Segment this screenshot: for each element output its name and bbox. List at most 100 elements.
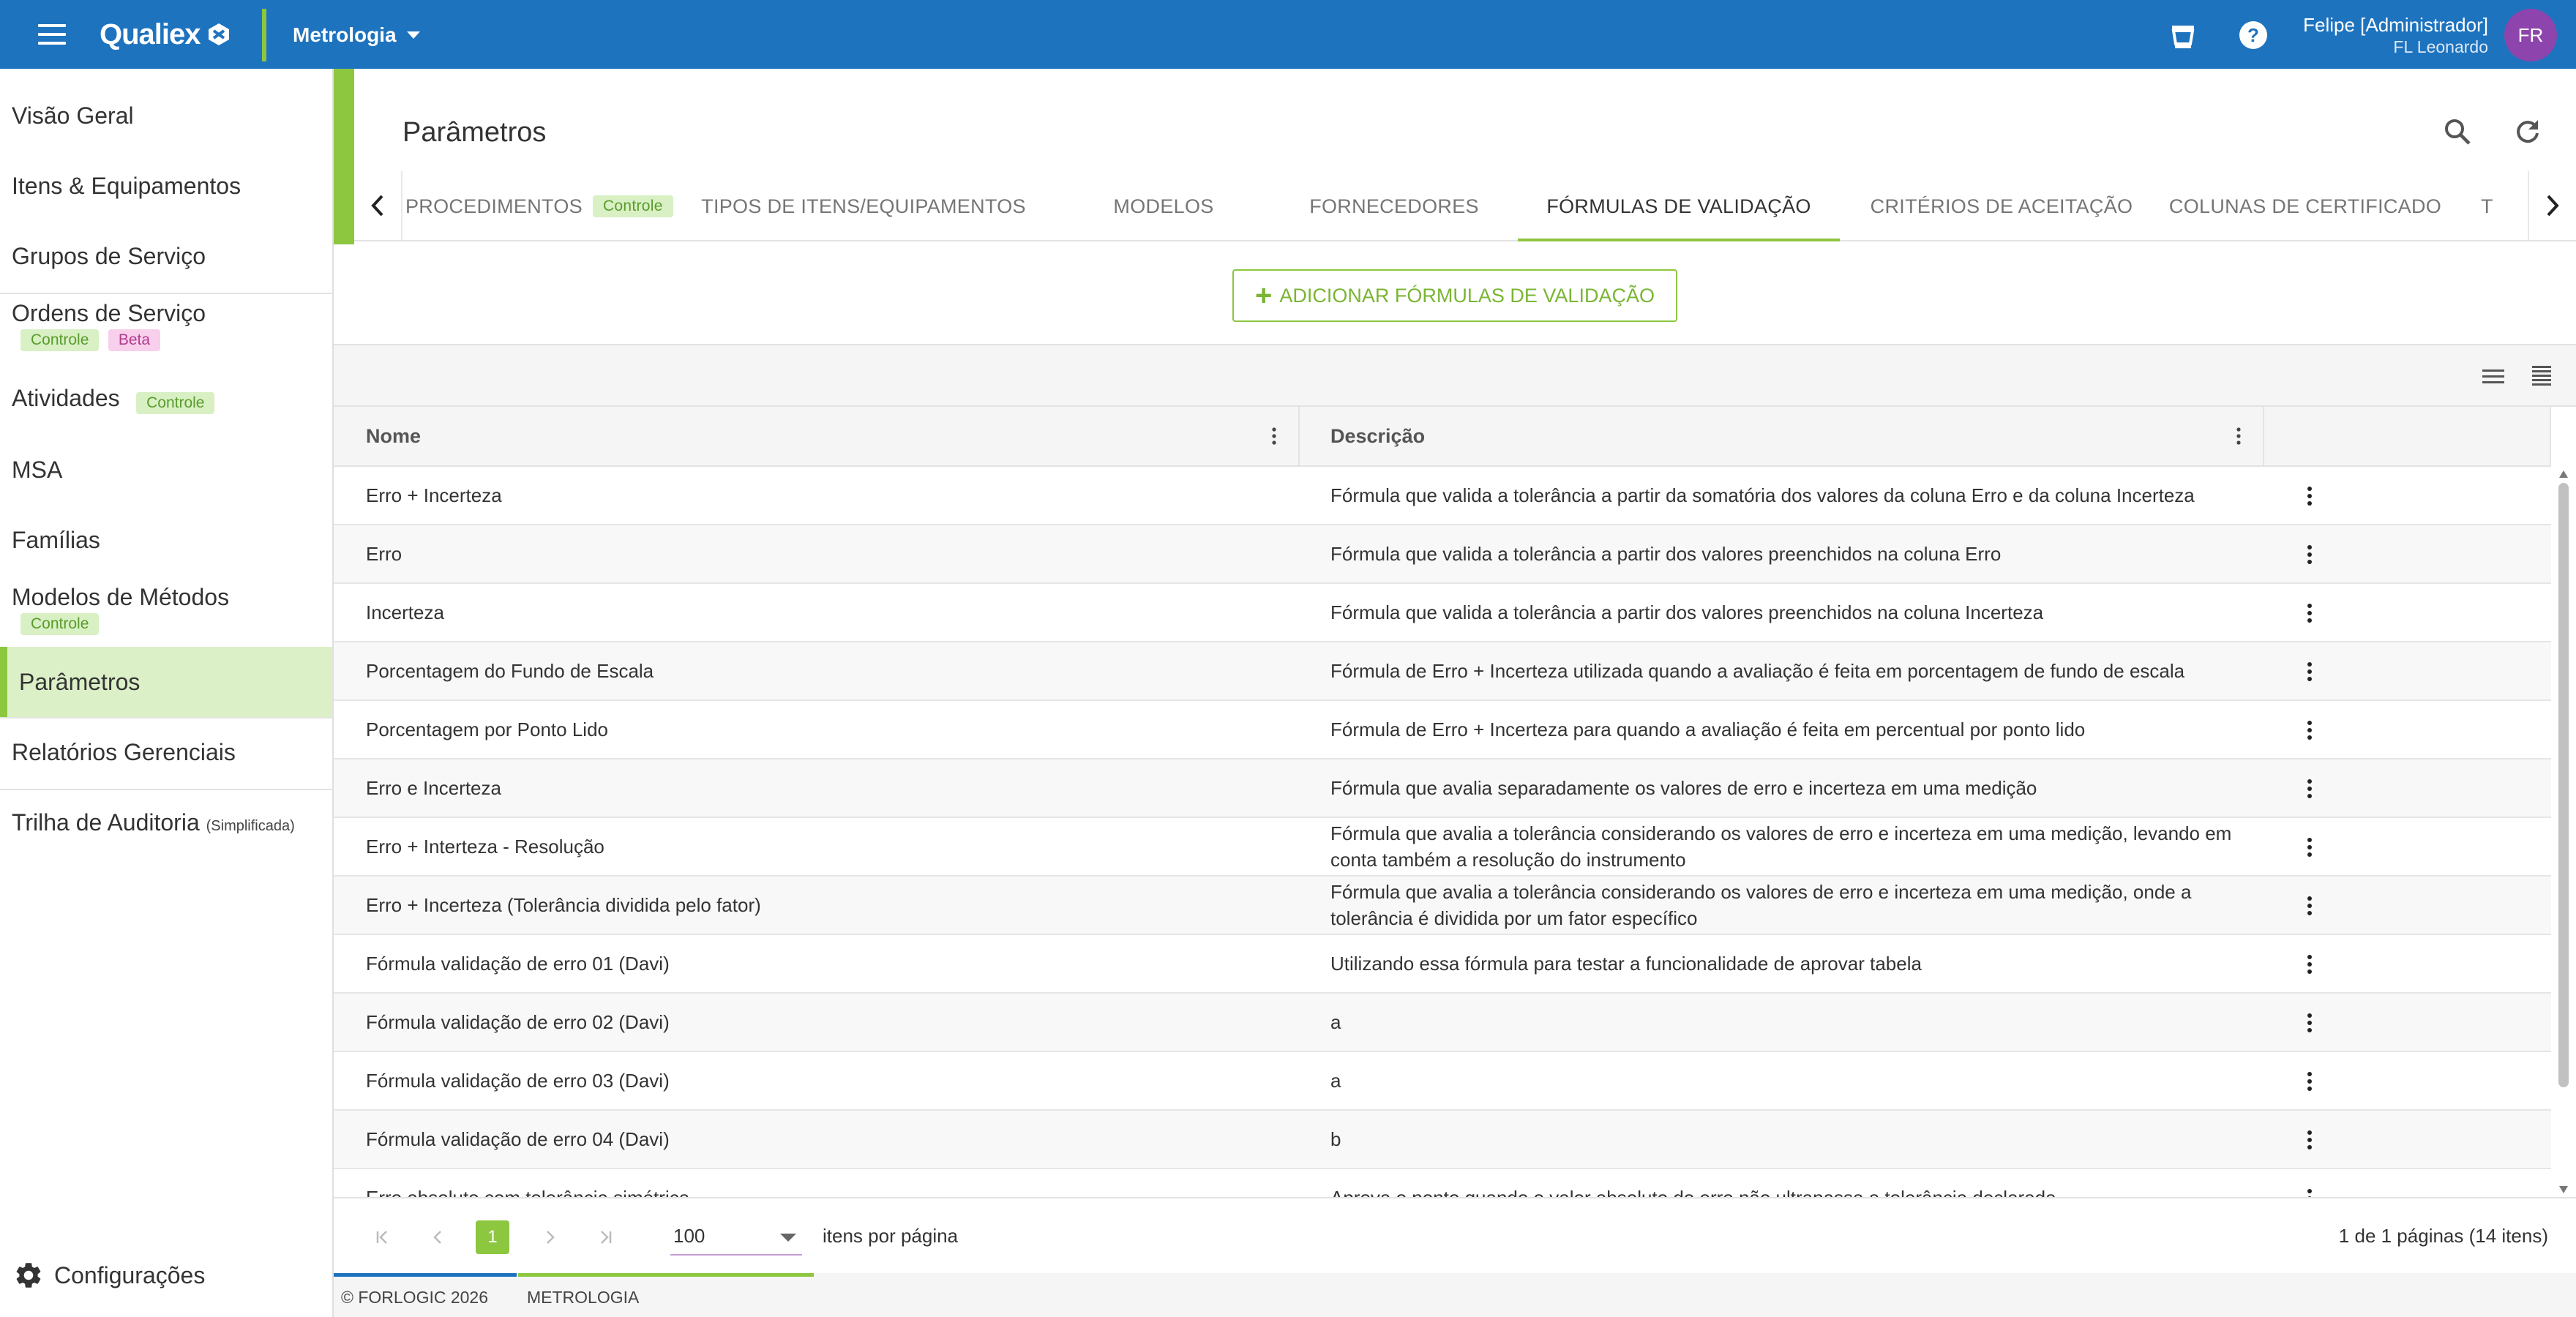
tab-colunas-certificado[interactable]: COLUNAS DE CERTIFICADO <box>2159 171 2452 241</box>
row-actions-button[interactable] <box>2295 891 2324 920</box>
table-row[interactable]: Incerteza Fórmula que valida a tolerância… <box>334 584 2551 642</box>
row-actions-button[interactable] <box>2295 481 2324 511</box>
formulas-table: Nome Descrição Erro + Incerteza Fórmula q… <box>334 344 2576 1275</box>
cell-nome: Porcentagem por Ponto Lido <box>366 718 608 740</box>
sidebar-item-parametros[interactable]: Parâmetros <box>0 647 332 717</box>
column-menu-icon[interactable] <box>2235 426 2242 446</box>
tab-procedimentos[interactable]: PROCEDIMENTOS Controle <box>402 171 673 241</box>
sidebar-item-visao-geral[interactable]: Visão Geral <box>0 101 332 130</box>
table-row[interactable]: Porcentagem do Fundo de Escala Fórmula de… <box>334 642 2551 701</box>
table-row[interactable]: Erro + Incerteza Fórmula que valida a tol… <box>334 467 2551 525</box>
page-size-select[interactable]: 100 <box>670 1219 802 1256</box>
scroll-down-icon[interactable] <box>2558 1185 2569 1194</box>
sidebar-item-familias[interactable]: Famílias <box>0 525 332 555</box>
avatar[interactable]: FR <box>2504 9 2557 61</box>
user-name: Felipe [Administrador] <box>2303 14 2488 36</box>
first-page-button[interactable] <box>366 1220 400 1254</box>
table-row[interactable]: Erro absoluto com tolerância simétrica Ap… <box>334 1169 2551 1197</box>
tabs-scroll-left[interactable] <box>354 171 402 240</box>
cell-descricao: Fórmula que valida a tolerância a partir… <box>1330 484 2195 506</box>
row-actions-button[interactable] <box>2295 1184 2324 1197</box>
badge-controle: Controle <box>592 195 673 217</box>
row-actions-button[interactable] <box>2295 540 2324 569</box>
table-row[interactable]: Fórmula validação de erro 03 (Davi) a <box>334 1052 2551 1111</box>
tab-formulas-validacao[interactable]: FÓRMULAS DE VALIDAÇÃO <box>1518 171 1840 241</box>
badge-controle: Controle <box>20 329 100 351</box>
table-row[interactable]: Fórmula validação de erro 01 (Davi) Utili… <box>334 935 2551 994</box>
cell-nome: Erro + Incerteza (Tolerância dividida pe… <box>366 893 761 916</box>
sidebar-item-modelos-metodos[interactable]: Modelos de Métodos Controle <box>0 582 332 635</box>
accent-strip <box>334 69 354 244</box>
row-actions-button[interactable] <box>2295 833 2324 862</box>
copyright: © FORLOGIC 2026 <box>341 1288 489 1307</box>
prev-page-button[interactable] <box>422 1220 455 1254</box>
row-actions-button[interactable] <box>2295 599 2324 628</box>
more-vert-icon <box>2307 1130 2312 1149</box>
sidebar-item-grupos-servico[interactable]: Grupos de Serviço <box>0 241 332 271</box>
row-actions-button[interactable] <box>2295 1067 2324 1096</box>
table-row[interactable]: Erro + Interteza - Resolução Fórmula que … <box>334 818 2551 877</box>
sidebar-item-ordens-servico[interactable]: Ordens de Serviço Controle Beta <box>0 299 332 351</box>
last-page-button[interactable] <box>588 1220 622 1254</box>
menu-icon[interactable] <box>38 24 66 45</box>
sidebar-item-trilha-auditoria[interactable]: Trilha de Auditoria (Simplificada) <box>0 808 332 841</box>
refresh-icon[interactable] <box>2512 116 2544 148</box>
tab-tipos-itens[interactable]: TIPOS DE ITENS/EQUIPAMENTOS <box>695 171 1032 241</box>
scroll-up-icon[interactable] <box>2558 470 2569 479</box>
table-row[interactable]: Erro + Incerteza (Tolerância dividida pe… <box>334 877 2551 935</box>
sidebar-item-msa[interactable]: MSA <box>0 455 332 484</box>
density-compact-icon[interactable] <box>2481 366 2506 386</box>
row-actions-button[interactable] <box>2295 1125 2324 1155</box>
row-actions-button[interactable] <box>2295 716 2324 745</box>
table-row[interactable]: Erro Fórmula que valida a tolerância a pa… <box>334 525 2551 584</box>
page-button-current[interactable]: 1 <box>476 1220 509 1254</box>
qualiex-logo[interactable]: Qualiex <box>100 16 231 53</box>
column-separator[interactable] <box>1298 407 1300 465</box>
footer-module: METROLOGIA <box>527 1288 640 1307</box>
row-actions-button[interactable] <box>2295 950 2324 979</box>
tab-modelos[interactable]: MODELOS <box>1054 171 1273 241</box>
page-title: Parâmetros <box>402 117 547 148</box>
scrollbar-thumb[interactable] <box>2558 483 2569 1087</box>
sidebar-item-itens-equipamentos[interactable]: Itens & Equipamentos <box>0 171 332 200</box>
next-page-button[interactable] <box>533 1220 566 1254</box>
column-separator[interactable] <box>2263 407 2264 465</box>
cell-descricao: Fórmula de Erro + Incerteza utilizada qu… <box>1330 660 2185 682</box>
cell-nome: Erro e Incerteza <box>366 776 501 799</box>
user-info[interactable]: Felipe [Administrador] FL Leonardo <box>2303 13 2488 57</box>
table-row[interactable]: Erro e Incerteza Fórmula que avalia separ… <box>334 759 2551 818</box>
row-actions-button[interactable] <box>2295 657 2324 686</box>
sidebar-item-configuracoes[interactable]: Configurações <box>13 1260 205 1291</box>
more-vert-icon <box>2307 487 2312 506</box>
more-vert-icon <box>2307 1072 2312 1091</box>
row-actions-button[interactable] <box>2295 1008 2324 1038</box>
main-content: Parâmetros PROCEDIMENTOS Controle TIPOS … <box>334 69 2576 1317</box>
search-icon[interactable] <box>2441 116 2474 148</box>
cell-nome: Porcentagem do Fundo de Escala <box>366 659 654 682</box>
vertical-scrollbar[interactable] <box>2556 467 2572 1197</box>
density-comfortable-icon[interactable] <box>2531 364 2553 388</box>
table-row[interactable]: Fórmula validação de erro 04 (Davi) b <box>334 1111 2551 1169</box>
help-icon[interactable]: ? <box>2238 20 2269 50</box>
gear-icon <box>16 1263 41 1288</box>
module-selector[interactable]: Metrologia <box>293 20 420 50</box>
tab-fornecedores[interactable]: FORNECEDORES <box>1288 171 1500 241</box>
sidebar-item-relatorios-gerenciais[interactable]: Relatórios Gerenciais <box>0 738 332 767</box>
more-vert-icon <box>2307 838 2312 857</box>
add-formula-button[interactable]: + ADICIONAR FÓRMULAS DE VALIDAÇÃO <box>1232 269 1677 322</box>
column-header-nome[interactable]: Nome <box>366 407 421 465</box>
tabs-scroll-right[interactable] <box>2528 171 2576 240</box>
cell-descricao: Fórmula que avalia a tolerância consider… <box>1330 881 2192 929</box>
column-menu-icon[interactable] <box>1270 426 1278 446</box>
row-actions-button[interactable] <box>2295 774 2324 803</box>
table-row[interactable]: Porcentagem por Ponto Lido Fórmula de Err… <box>334 701 2551 759</box>
cell-nome: Erro absoluto com tolerância simétrica <box>366 1169 1288 1198</box>
tab-partial[interactable]: T <box>2459 171 2528 241</box>
column-header-descricao[interactable]: Descrição <box>1330 407 1425 465</box>
sidebar-item-atividades[interactable]: Atividades Controle <box>0 383 332 414</box>
pagination-summary: 1 de 1 páginas (14 itens) <box>2338 1225 2548 1247</box>
table-row[interactable]: Fórmula validação de erro 02 (Davi) a <box>334 994 2551 1052</box>
tab-criterios-aceitacao[interactable]: CRITÉRIOS DE ACEITAÇÃO <box>1852 171 2152 241</box>
coffee-cup-icon[interactable] <box>2168 20 2198 50</box>
cell-nome: Incerteza <box>366 601 444 623</box>
